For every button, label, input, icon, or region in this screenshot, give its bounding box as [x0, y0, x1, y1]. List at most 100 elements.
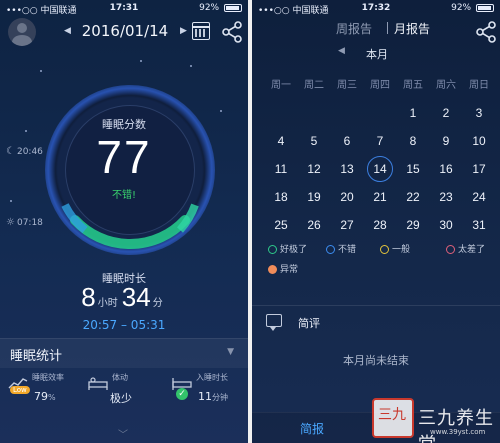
calendar-day[interactable]: 8 [396, 134, 430, 148]
status-bar: •••○○ 中国联通 17:31 92% [0, 0, 248, 16]
sleep-stats-title: 睡眠统计 [10, 349, 63, 364]
calendar-icon[interactable] [192, 22, 210, 40]
weekday-label: 周四 [370, 80, 390, 91]
comment-text: 本月尚未结束 [343, 354, 409, 367]
legend-item: 异常 [268, 262, 298, 275]
legend-ring-icon [380, 245, 389, 254]
current-date: 2016/01/14 [81, 22, 169, 40]
stat-movement: 体动 极少 [84, 372, 164, 412]
avatar-head [17, 23, 27, 33]
prev-month-arrow-icon[interactable]: ◀ [338, 46, 345, 56]
weekday-label: 周一 [271, 80, 291, 91]
score-rating: 不错! [111, 190, 136, 201]
wake-mark: ☼ 07:18 [6, 217, 43, 228]
tab-weekly-report[interactable]: 周报告 [336, 20, 372, 37]
weekday-label: 周五 [403, 80, 423, 91]
legend-item: 好极了 [268, 242, 307, 255]
share-icon[interactable] [220, 20, 244, 44]
weekday-label: 周六 [436, 80, 456, 91]
calendar-day[interactable]: 25 [264, 218, 298, 232]
calendar-day[interactable]: 9 [429, 134, 463, 148]
calendar-day[interactable]: 19 [297, 190, 331, 204]
calendar-day[interactable]: 20 [330, 190, 364, 204]
calendar-day-today[interactable]: 14 [363, 162, 397, 176]
battery-percent: 92% [199, 3, 220, 13]
chevron-down-icon[interactable]: ﹀ [118, 426, 128, 441]
legend-ring-icon [446, 245, 455, 254]
battery-indicator: 92% [451, 3, 494, 13]
battery-percent: 92% [451, 3, 472, 13]
status-bar: •••○○ 中国联通 17:32 92% [252, 0, 500, 16]
comment-title: 简评 [298, 317, 320, 330]
share-icon[interactable] [474, 20, 498, 44]
calendar-day[interactable]: 12 [297, 162, 331, 176]
section-divider [252, 305, 500, 306]
calendar-day[interactable]: 5 [297, 134, 331, 148]
collapse-triangle-icon[interactable]: ▼ [227, 347, 234, 357]
calendar-day[interactable]: 11 [264, 162, 298, 176]
stat-value: 79% [34, 390, 56, 403]
calendar-day[interactable]: 3 [462, 106, 496, 120]
bedtime-text: 20:46 [16, 147, 43, 157]
legend-ring-icon [326, 245, 335, 254]
weekday-label: 周二 [304, 80, 324, 91]
calendar-day[interactable]: 10 [462, 134, 496, 148]
sleep-duration: 8 小时 34 分 [0, 282, 248, 313]
calendar-day[interactable]: 15 [396, 162, 430, 176]
sleep-stats-header[interactable]: 睡眠统计 ▼ [0, 338, 248, 368]
calendar-day[interactable]: 17 [462, 162, 496, 176]
calendar-day[interactable]: 24 [462, 190, 496, 204]
comment-icon [266, 314, 282, 331]
duration-minutes-unit: 分 [152, 298, 163, 309]
duration-hours: 8 [81, 282, 96, 312]
legend-item: 太差了 [446, 242, 485, 255]
watermark: 三九 三九养生堂 www.39yst.com [372, 396, 500, 443]
weekday-label: 周三 [337, 80, 357, 91]
sleep-score: 77 [96, 131, 152, 183]
brief-report-button[interactable]: 简报 [300, 420, 324, 437]
calendar-day[interactable]: 1 [396, 106, 430, 120]
calendar-day[interactable]: 26 [297, 218, 331, 232]
wake-time-text: 07:18 [16, 218, 43, 228]
month-label: 本月 [366, 48, 388, 61]
weekday-label: 周日 [469, 80, 489, 91]
calendar-day[interactable]: 22 [396, 190, 430, 204]
next-day-arrow-icon[interactable]: ▶ [180, 26, 187, 36]
sleep-daily-screen: •••○○ 中国联通 17:31 92% ◀ 2016/01/14 ▶ 睡眠分数… [0, 0, 248, 443]
tab-separator [387, 22, 388, 34]
calendar-day[interactable]: 6 [330, 134, 364, 148]
watermark-logo: 三九 [372, 398, 414, 438]
bedtime-mark: ☾ 20:46 [6, 146, 43, 157]
calendar-day[interactable]: 27 [330, 218, 364, 232]
stat-label: 入睡时长 [196, 373, 228, 382]
legend-item: 不错 [326, 242, 356, 255]
stat-label: 睡眠效率 [32, 373, 64, 382]
stat-value: 极少 [110, 392, 132, 405]
moon-icon: ☾ [6, 146, 15, 157]
avatar[interactable] [8, 18, 36, 46]
calendar-day[interactable]: 13 [330, 162, 364, 176]
battery-indicator: 92% [199, 3, 242, 13]
duration-hours-unit: 小时 [97, 298, 118, 309]
calendar-day[interactable]: 30 [429, 218, 463, 232]
sun-icon: ☼ [6, 217, 15, 228]
watermark-text: 三九养生堂 [418, 408, 494, 443]
calendar-day[interactable]: 4 [264, 134, 298, 148]
calendar-day[interactable]: 29 [396, 218, 430, 232]
battery-icon [224, 3, 242, 12]
calendar-day[interactable]: 23 [429, 190, 463, 204]
calendar-day[interactable]: 2 [429, 106, 463, 120]
calendar-day[interactable]: 18 [264, 190, 298, 204]
sleep-monthly-screen: •••○○ 中国联通 17:32 92% 周报告 月报告 ◀ 本月 周一 周二 … [252, 0, 500, 443]
stat-label: 体动 [112, 373, 128, 382]
low-badge: Low [10, 386, 30, 394]
legend-item: 一般 [380, 242, 410, 255]
calendar-day[interactable]: 16 [429, 162, 463, 176]
tab-monthly-report[interactable]: 月报告 [394, 20, 430, 37]
calendar-day[interactable]: 28 [363, 218, 397, 232]
watermark-url: www.39yst.com [430, 428, 486, 436]
calendar-day[interactable]: 7 [363, 134, 397, 148]
calendar-day[interactable]: 21 [363, 190, 397, 204]
stat-value: 11分钟 [198, 390, 228, 403]
calendar-day[interactable]: 31 [462, 218, 496, 232]
